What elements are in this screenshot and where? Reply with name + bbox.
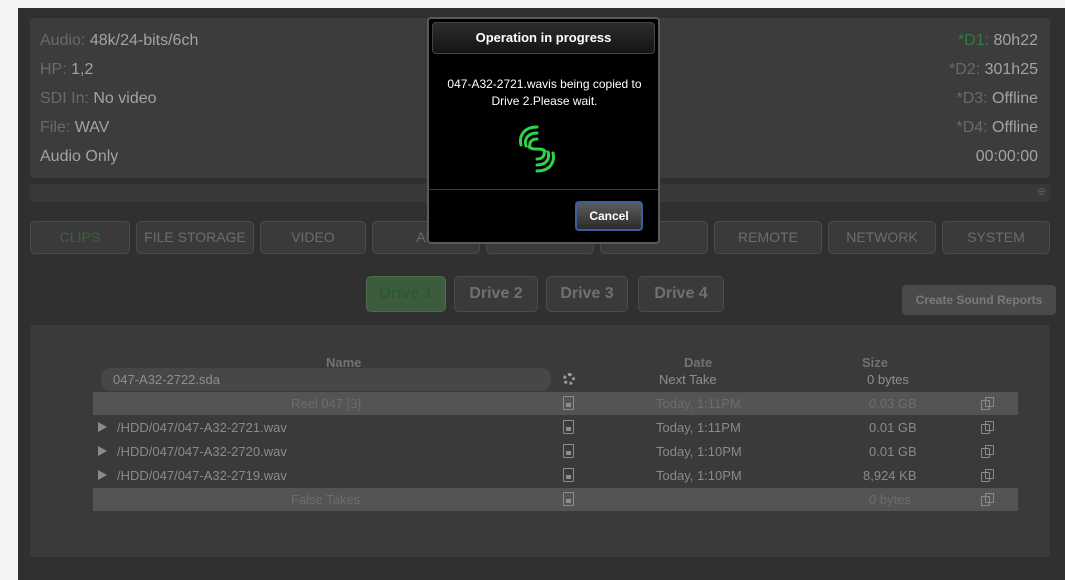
copy-icon[interactable] [981, 397, 995, 411]
reel-row[interactable]: Reel 047 [3] Today, 1:11PM 0.03 GB [93, 392, 1018, 415]
clip-date: Today, 1:10PM [656, 444, 742, 459]
copy-icon[interactable] [981, 421, 995, 435]
file-icon [563, 444, 574, 458]
clip-row[interactable]: /HDD/047/047-A32-2719.wav Today, 1:10PM … [93, 464, 1018, 487]
sdi-status: SDI In: No video [40, 90, 157, 107]
create-sound-reports-button[interactable]: Create Sound Reports [902, 285, 1056, 315]
clip-name: /HDD/047/047-A32-2719.wav [117, 468, 287, 483]
dialog-divider [429, 189, 658, 190]
clip-date: Today, 1:10PM [656, 468, 742, 483]
clip-date: Today, 1:11PM [656, 420, 741, 435]
clip-row[interactable]: /HDD/047/047-A32-2721.wav Today, 1:11PM … [93, 416, 1018, 439]
file-icon [563, 492, 574, 506]
play-icon[interactable] [98, 422, 107, 432]
file-icon [563, 420, 574, 434]
tab-clips[interactable]: CLIPS [30, 221, 130, 254]
progress-spinner-icon [519, 125, 555, 173]
screen: Audio: 48k/24-bits/6ch HP: 1,2 SDI In: N… [0, 0, 1065, 580]
reel-size: 0.03 GB [869, 396, 917, 411]
cancel-button[interactable]: Cancel [575, 201, 643, 231]
expand-icon[interactable]: ⊕ [1037, 185, 1046, 198]
drive4-button[interactable]: Drive 4 [638, 276, 724, 312]
play-icon[interactable] [98, 446, 107, 456]
drive3-button[interactable]: Drive 3 [546, 276, 628, 312]
file-status: File: WAV [40, 119, 110, 136]
sda-size: 0 bytes [867, 372, 909, 387]
drive2-status: *D2: 301h25 [949, 61, 1038, 78]
drive1-status: *D1: 80h22 [957, 32, 1038, 49]
tab-remote[interactable]: REMOTE [714, 221, 822, 254]
drive2-button[interactable]: Drive 2 [454, 276, 538, 312]
tab-video[interactable]: VIDEO [260, 221, 366, 254]
hp-status: HP: 1,2 [40, 61, 94, 78]
next-take-row[interactable]: 047-A32-2722.sda Next Take 0 bytes [93, 368, 1018, 391]
clip-name: /HDD/047/047-A32-2721.wav [117, 420, 287, 435]
false-takes-size: 0 bytes [869, 492, 911, 507]
mode-status: Audio Only [40, 148, 119, 165]
copy-icon[interactable] [981, 445, 995, 459]
status-right: *D1: 80h22 *D2: 301h25 *D3: Offline *D4:… [949, 32, 1038, 177]
operation-dialog: Operation in progress 047-A32-2721.wavis… [427, 17, 660, 244]
sda-file-name: 047-A32-2722.sda [101, 368, 551, 391]
clip-size: 8,924 KB [863, 468, 917, 483]
false-takes-name: False Takes [291, 492, 361, 507]
clip-list-panel: Name Date Size 047-A32-2722.sda Next Tak… [30, 325, 1050, 557]
dialog-title: Operation in progress [432, 22, 655, 54]
clip-name: /HDD/047/047-A32-2720.wav [117, 444, 287, 459]
status-left: Audio: 48k/24-bits/6ch HP: 1,2 SDI In: N… [40, 32, 198, 177]
play-icon[interactable] [98, 470, 107, 480]
file-icon [563, 468, 574, 482]
tab-system[interactable]: SYSTEM [942, 221, 1050, 254]
drive3-status: *D3: Offline [956, 90, 1038, 107]
tab-network[interactable]: NETWORK [828, 221, 936, 254]
reel-name: Reel 047 [3] [291, 396, 362, 411]
false-takes-row[interactable]: False Takes 0 bytes [93, 488, 1018, 511]
copy-icon[interactable] [981, 493, 995, 507]
audio-status: Audio: 48k/24-bits/6ch [40, 32, 199, 49]
timecode: 00:00:00 [975, 148, 1038, 165]
clip-size: 0.01 GB [869, 420, 917, 435]
clip-row[interactable]: /HDD/047/047-A32-2720.wav Today, 1:10PM … [93, 440, 1018, 463]
dialog-message: 047-A32-2721.wavis being copied to Drive… [447, 77, 642, 108]
clip-size: 0.01 GB [869, 444, 917, 459]
reel-date: Today, 1:11PM [656, 396, 741, 411]
drive1-button[interactable]: Drive 1 [366, 276, 446, 312]
drive4-status: *D4: Offline [956, 119, 1038, 136]
tab-file-storage[interactable]: FILE STORAGE [136, 221, 254, 254]
gear-icon[interactable] [563, 373, 575, 385]
copy-icon[interactable] [981, 469, 995, 483]
file-icon [563, 396, 574, 410]
sda-date: Next Take [659, 372, 717, 387]
